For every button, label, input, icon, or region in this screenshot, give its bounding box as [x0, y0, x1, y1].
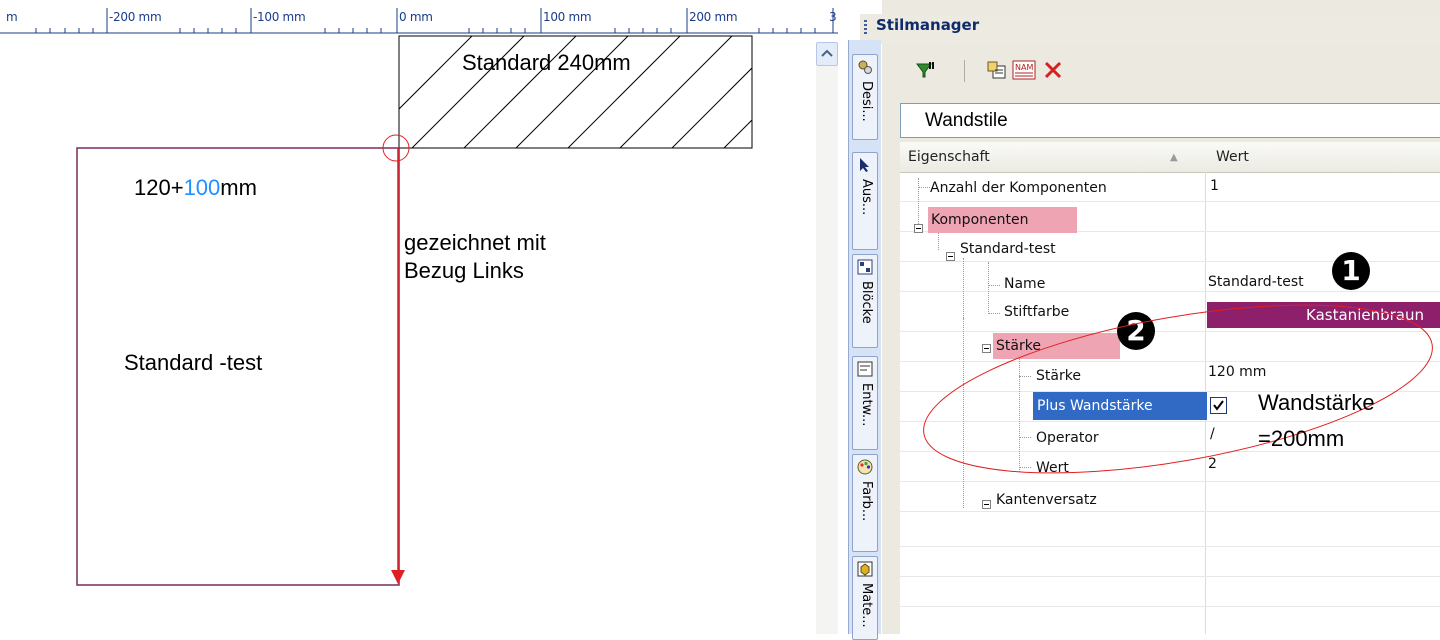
tree-node-standard-test[interactable]: Standard-test	[960, 241, 1056, 257]
row-divider	[900, 576, 1440, 577]
toolbar-separator	[964, 60, 965, 82]
tab-farben[interactable]: Farb...	[852, 454, 878, 552]
tree-connector	[918, 187, 930, 188]
note-line-2: Bezug Links	[404, 258, 524, 283]
row-divider	[900, 201, 1440, 202]
new-style-icon	[987, 61, 1006, 79]
tree-connector	[918, 178, 919, 226]
tree-node-komponenten[interactable]: Komponenten	[928, 207, 1077, 233]
tab-label: Entw...	[859, 383, 874, 427]
column-header-property[interactable]: Eigenschaft	[908, 149, 990, 165]
row-divider	[900, 511, 1440, 512]
tab-label: Desi...	[859, 81, 874, 122]
filter-button[interactable]	[913, 58, 939, 82]
scroll-up-button[interactable]	[816, 42, 838, 66]
chevron-up-icon	[821, 49, 833, 57]
wall-drawing[interactable]	[0, 0, 838, 634]
callout-badge-1: 1	[1332, 252, 1370, 290]
note-line-1: gezeichnet mit	[404, 230, 546, 255]
tab-auswahl[interactable]: Aus...	[852, 152, 878, 250]
filter-icon	[916, 62, 934, 78]
property-label: Anzahl der Komponenten	[930, 180, 1107, 196]
property-value[interactable]: Standard-test	[1208, 274, 1304, 290]
sort-arrow-icon: ▲	[1170, 152, 1178, 163]
column-header-value[interactable]: Wert	[1216, 149, 1249, 165]
property-value[interactable]: 1	[1210, 178, 1219, 194]
wall-thickness-label: 120+100mm	[134, 175, 257, 200]
delete-button[interactable]	[1040, 58, 1066, 82]
tab-material[interactable]: Mate...	[852, 556, 878, 640]
tab-bloecke[interactable]: Blöcke	[852, 254, 878, 348]
tab-design[interactable]: Desi...	[852, 54, 878, 140]
grid-header: Eigenschaft ▲ Wert	[900, 142, 1440, 173]
tab-label: Mate...	[859, 583, 874, 628]
cursor-icon	[860, 158, 869, 172]
svg-text:NAM: NAM	[1015, 63, 1033, 72]
callout-text-line-2: =200mm	[1258, 426, 1345, 451]
panel-header: Stilmanager	[860, 14, 1440, 44]
top-wall-label: Standard 240mm	[462, 50, 631, 75]
collapse-toggle[interactable]	[982, 500, 991, 509]
tab-label: Blöcke	[859, 281, 874, 324]
collapse-toggle[interactable]	[914, 224, 923, 233]
row-divider	[900, 606, 1440, 607]
direction-arrow-head	[391, 570, 405, 584]
gears-icon	[858, 60, 872, 74]
new-style-button[interactable]	[983, 58, 1009, 82]
style-label: Standard -test	[124, 350, 263, 375]
tab-label: Aus...	[859, 179, 874, 216]
style-category-value: Wandstile	[925, 110, 1008, 131]
delete-icon	[1044, 61, 1062, 79]
tab-entwuerfe[interactable]: Entw...	[852, 356, 878, 450]
callout-text-line-1: Wandstärke	[1258, 390, 1375, 415]
blocks-icon	[857, 259, 873, 275]
material-icon	[857, 561, 873, 577]
style-category-select[interactable]: Wandstile	[900, 103, 1440, 138]
rename-style-button[interactable]: NAM	[1011, 58, 1037, 82]
palette-icon	[857, 459, 873, 475]
row-divider	[900, 291, 1440, 292]
collapse-toggle[interactable]	[946, 252, 955, 261]
panel-title: Stilmanager	[876, 16, 980, 34]
tree-connector	[988, 285, 1000, 286]
drag-grip-icon[interactable]	[864, 20, 867, 34]
side-tab-strip: Desi... Aus... Blöcke Entw... Farb... Ma…	[848, 40, 881, 640]
row-divider	[900, 546, 1440, 547]
tab-label: Farb...	[859, 481, 874, 522]
rename-style-icon: NAM	[1012, 60, 1036, 80]
drafts-icon	[857, 361, 873, 377]
property-label: Name	[1004, 276, 1046, 292]
vertical-scrollbar[interactable]	[816, 66, 838, 634]
